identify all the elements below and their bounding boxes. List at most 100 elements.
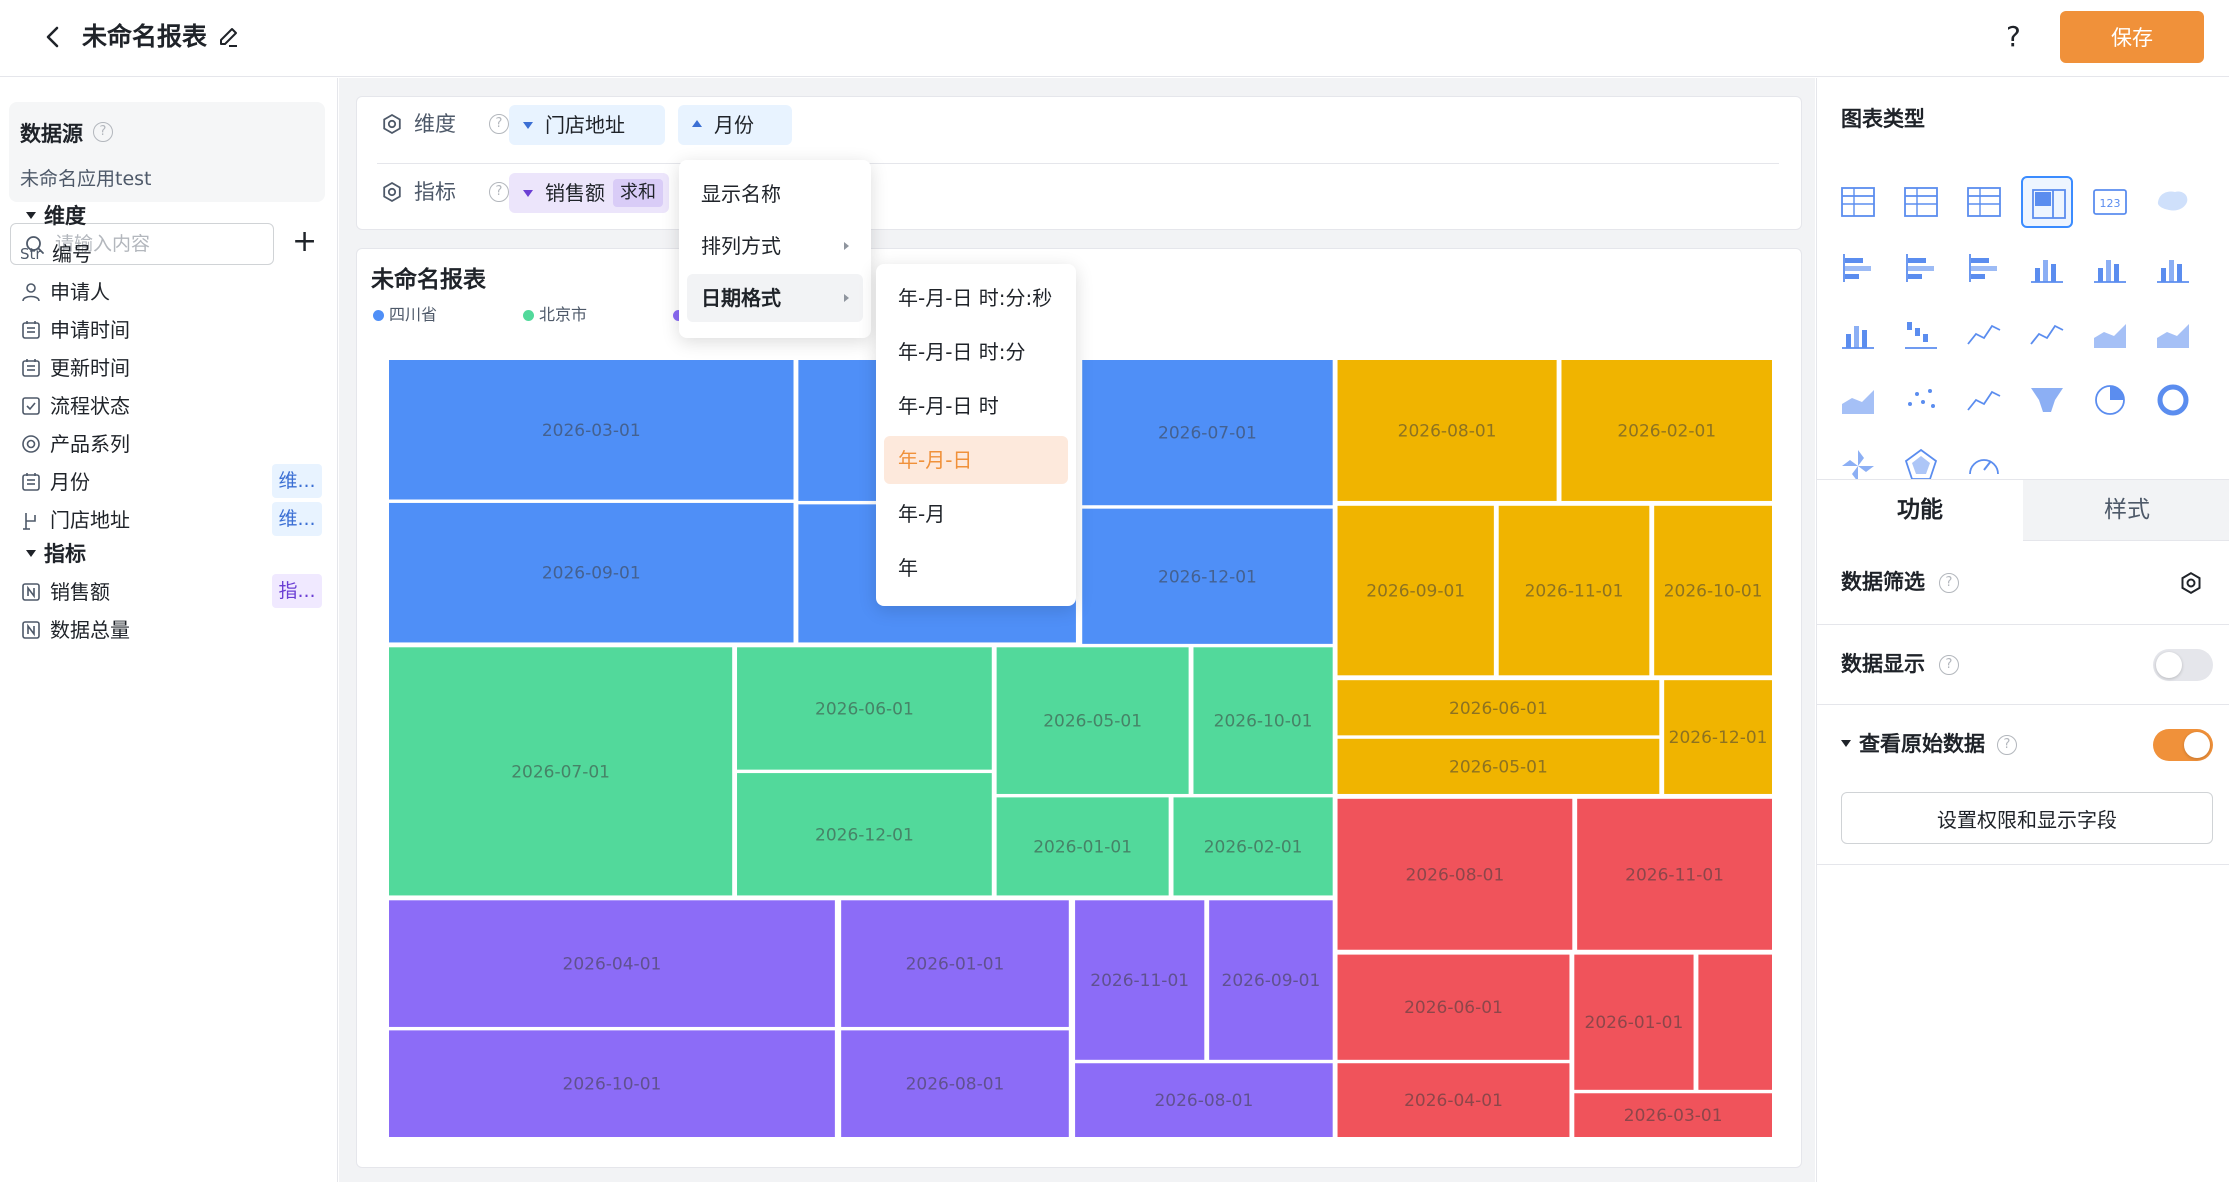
stacked-bar-icon[interactable] xyxy=(2147,242,2199,294)
field-item[interactable]: 月份 维... xyxy=(0,462,338,502)
treemap-chart[interactable]: 2026-03-01 2026-09-01 2026-07-01 2026-12-01… xyxy=(388,359,1773,1138)
horizontal-bar-icon[interactable] xyxy=(1832,242,1884,294)
dimension-pill-store[interactable]: 门店地址 xyxy=(509,105,665,145)
treemap-cell-label: 2026-03-01 xyxy=(1624,1106,1723,1126)
menu-item-date-format[interactable]: 日期格式 xyxy=(687,274,863,322)
back-arrow-icon[interactable] xyxy=(38,22,68,52)
datasource-help-icon[interactable]: ? xyxy=(93,122,113,142)
table-chart-icon[interactable] xyxy=(1832,176,1884,228)
save-button[interactable]: 保存 xyxy=(2060,11,2204,63)
legend-label: 四川省 xyxy=(389,305,438,324)
legend-item[interactable]: 四川省 xyxy=(371,303,437,327)
help-icon[interactable]: ? xyxy=(2006,18,2021,56)
field-item[interactable]: 更新时间 xyxy=(0,348,338,388)
grouped-bar-icon[interactable] xyxy=(2084,242,2136,294)
menu-item-label: 排列方式 xyxy=(701,234,781,258)
dimension-pill-month[interactable]: 月份 xyxy=(678,105,792,145)
date-format-option[interactable]: 年 xyxy=(884,544,1068,592)
treemap-cell-label: 2026-12-01 xyxy=(815,825,914,845)
raw-data-permissions-button[interactable]: 设置权限和显示字段 xyxy=(1841,792,2213,844)
line-chart-icon[interactable] xyxy=(2021,308,2073,360)
filter-settings-icon[interactable] xyxy=(2179,571,2203,595)
field-usage-badge: 指... xyxy=(272,574,322,608)
toggle-knob xyxy=(2156,652,2182,678)
metric-pill-label: 销售额 xyxy=(545,181,605,205)
field-label: 流程状态 xyxy=(50,394,130,418)
legend-label: 北京市 xyxy=(539,305,588,324)
field-item[interactable]: 流程状态 xyxy=(0,386,338,426)
percent-area-icon[interactable] xyxy=(1832,374,1884,426)
field-item[interactable]: 产品系列 xyxy=(0,424,338,464)
kpi-card-icon[interactable]: 123 xyxy=(2084,176,2136,228)
pivot-table-icon[interactable] xyxy=(1958,176,2010,228)
date-format-option[interactable]: 年-月 xyxy=(884,490,1068,538)
field-item[interactable]: 申请时间 xyxy=(0,310,338,350)
edit-pencil-icon[interactable] xyxy=(216,24,242,50)
metric-pill-sales[interactable]: 销售额 求和 xyxy=(509,173,669,213)
combo-chart-icon[interactable] xyxy=(1958,308,2010,360)
field-label: 申请时间 xyxy=(50,318,130,342)
location-icon xyxy=(20,509,42,531)
treemap-chart-icon[interactable] xyxy=(2021,176,2073,228)
raw-data-toggle[interactable] xyxy=(2153,729,2213,761)
raw-data-header[interactable]: 查看原始数据 xyxy=(1841,729,1985,759)
treemap-cell-label: 2026-11-01 xyxy=(1625,865,1724,885)
treemap-cell-label: 2026-01-01 xyxy=(1585,1013,1684,1033)
tab-function[interactable]: 功能 xyxy=(1817,480,2023,542)
metric-help-icon[interactable]: ? xyxy=(489,182,509,202)
pie-chart-icon[interactable] xyxy=(2084,374,2136,426)
field-item[interactable]: Str 编号 xyxy=(0,234,338,274)
treemap-cell-label: 2026-09-01 xyxy=(1222,971,1321,991)
stacked-area-icon[interactable] xyxy=(2147,308,2199,360)
data-display-toggle[interactable] xyxy=(2153,649,2213,681)
date-format-option[interactable]: 年-月-日 时 xyxy=(884,382,1068,430)
dimension-group-header[interactable]: 维度 xyxy=(26,200,86,230)
funnel-chart-icon[interactable] xyxy=(2021,374,2073,426)
data-display-help-icon[interactable]: ? xyxy=(1939,655,1959,675)
map-chart-icon[interactable] xyxy=(2147,176,2199,228)
date-format-option[interactable]: 年-月-日 时:分:秒 xyxy=(884,274,1068,322)
field-item[interactable]: 申请人 xyxy=(0,272,338,312)
treemap-cell-label: 2026-12-01 xyxy=(1669,728,1768,748)
timeline-chart-icon[interactable] xyxy=(1958,374,2010,426)
detail-table-icon[interactable] xyxy=(1895,176,1947,228)
dimension-help-icon[interactable]: ? xyxy=(489,114,509,134)
field-config-panel: 维度 ? 门店地址 月份 指标 ? 销售额 求和 xyxy=(356,96,1802,230)
menu-item-sort-order[interactable]: 排列方式 xyxy=(687,222,863,270)
caret-down-icon xyxy=(523,122,533,129)
treemap-cell[interactable] xyxy=(1696,952,1773,1092)
field-label: 更新时间 xyxy=(50,356,130,380)
date-format-option[interactable]: 年-月-日 xyxy=(884,436,1068,484)
tab-style[interactable]: 样式 xyxy=(2024,480,2229,542)
legend-item[interactable]: 北京市 xyxy=(521,303,587,327)
treemap-cell-label: 2026-08-01 xyxy=(906,1075,1005,1095)
metric-config-label: 指标 xyxy=(414,180,456,204)
calendar-icon xyxy=(20,471,42,493)
metric-group-header[interactable]: 指标 xyxy=(26,538,86,568)
scatter-chart-icon[interactable] xyxy=(1895,374,1947,426)
treemap-cell-label: 2026-11-01 xyxy=(1525,582,1624,602)
waterfall-chart-icon[interactable] xyxy=(1895,308,1947,360)
menu-item-display-name[interactable]: 显示名称 xyxy=(687,170,863,218)
field-item[interactable]: 销售额 指... xyxy=(0,572,338,612)
string-type-icon: Str xyxy=(20,245,42,263)
raw-data-help-icon[interactable]: ? xyxy=(1997,735,2017,755)
aggregation-tag[interactable]: 求和 xyxy=(613,179,663,207)
column-chart-icon[interactable] xyxy=(1832,308,1884,360)
stacked-horizontal-bar-icon[interactable] xyxy=(1958,242,2010,294)
treemap-cell-label: 2026-08-01 xyxy=(1398,421,1497,441)
grouped-horizontal-bar-icon[interactable] xyxy=(1895,242,1947,294)
field-usage-badge: 维... xyxy=(272,464,322,498)
treemap-cell-label: 2026-02-01 xyxy=(1617,421,1716,441)
field-item[interactable]: 门店地址 维... xyxy=(0,500,338,540)
bar-chart-icon[interactable] xyxy=(2021,242,2073,294)
area-chart-icon[interactable] xyxy=(2084,308,2136,360)
dimension-pill-label: 月份 xyxy=(714,113,754,137)
date-format-option[interactable]: 年-月-日 时:分 xyxy=(884,328,1068,376)
field-label: 数据总量 xyxy=(50,618,130,642)
caret-up-icon xyxy=(692,120,702,127)
field-item[interactable]: 数据总量 xyxy=(0,610,338,650)
data-filter-help-icon[interactable]: ? xyxy=(1939,573,1959,593)
donut-chart-icon[interactable] xyxy=(2147,374,2199,426)
toggle-knob xyxy=(2184,732,2210,758)
